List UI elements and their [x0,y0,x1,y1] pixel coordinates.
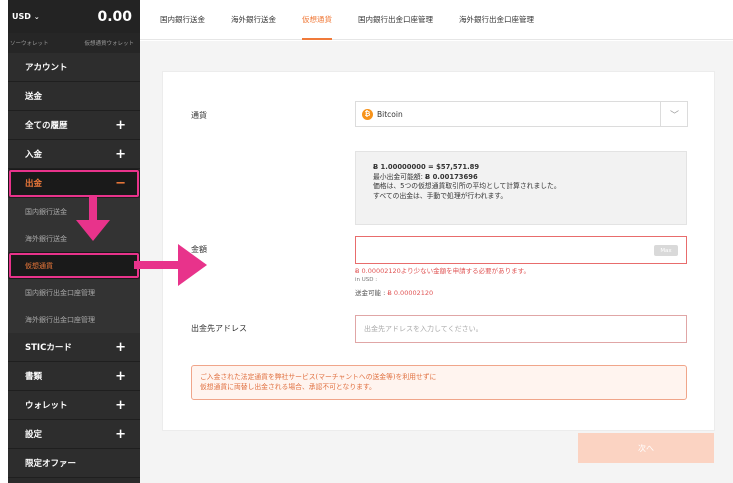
main-area: 通貨 ₿ Bitcoin ﹀ Ƀ 1.00000000 = $57,571.89… [140,41,733,483]
sidebar-item-withdraw[interactable]: 出金 − [8,169,140,198]
wallet-tab-crypto[interactable]: 仮想通貨ウォレット [84,39,134,47]
sidebar-item-label: ウォレット [25,401,68,411]
tab-crypto[interactable]: 仮想通貨 [302,0,332,40]
amount-input[interactable]: Max [355,236,687,264]
plus-icon: + [115,117,126,133]
bitcoin-icon: ₿ [362,108,373,120]
sidebar-sub-domestic-transfer[interactable]: 国内銀行送金 [8,198,140,225]
sidebar-item-label: アカウント [25,63,68,73]
sidebar-item-wallet[interactable]: ウォレット + [8,391,140,420]
min-withdraw-line: 最小出金可能額: Ƀ 0.00173696 [373,173,686,183]
currency-selector[interactable]: USD ⌄ [12,12,40,21]
page: USD ⌄ 0.00 ソーウォレット 仮想通貨ウォレット アカウント 送金 全て… [0,0,733,483]
sidebar-sub-overseas-transfer[interactable]: 海外銀行送金 [8,225,140,252]
sidebar-item-label: 入金 [25,150,43,160]
sidebar-item-offer[interactable]: 限定オファー [8,449,140,478]
tab-overseas-transfer[interactable]: 海外銀行送金 [231,0,276,40]
available-value: Ƀ 0.00002120 [387,289,434,297]
arrow-right-icon [134,244,207,286]
price-note: 価格は、5つの仮想通貨取引所の平均として計算されました。 [373,182,561,190]
address-label: 出金先アドレス [191,324,247,333]
available-label: 送金可能 : [355,289,388,297]
plus-icon: + [115,146,126,162]
rate-info-box: Ƀ 1.00000000 = $57,571.89 最小出金可能額: Ƀ 0.0… [355,151,687,225]
sidebar-item-label: STICカード [25,343,72,353]
tab-domestic-account[interactable]: 国内銀行出金口座管理 [358,0,433,40]
available-amount: 送金可能 : Ƀ 0.00002120 [355,287,433,297]
warning-line-1: ご入金された法定通貨を弊社サービス(マーチャントへの送金等)を利用せずに [200,373,437,381]
top-tabs: 国内銀行送金 海外銀行送金 仮想通貨 国内銀行出金口座管理 海外銀行出金口座管理 [140,0,733,40]
sidebar-item-label: 全ての履歴 [25,121,68,131]
sidebar-sub-label: 海外銀行送金 [25,234,67,243]
sidebar-item-account[interactable]: アカウント [8,53,140,82]
next-button[interactable]: 次へ [578,433,714,463]
amount-error: Ƀ 0.00002120より少ない金額を申請する必要があります。 [355,267,531,275]
manual-note: すべての出金は、手動で処理が行われます。 [373,191,508,200]
currency-select[interactable]: ₿ Bitcoin ﹀ [355,101,688,127]
sidebar-sub-label: 国内銀行送金 [25,207,67,216]
plus-icon: + [115,397,126,413]
sidebar: USD ⌄ 0.00 ソーウォレット 仮想通貨ウォレット アカウント 送金 全て… [8,0,140,483]
min-withdraw-value: Ƀ 0.00173696 [425,172,478,181]
sidebar-sub-label: 仮想通貨 [25,261,53,270]
sidebar-item-label: 送金 [25,92,43,102]
sidebar-item-documents[interactable]: 書類 + [8,362,140,391]
plus-icon: + [115,426,126,442]
sidebar-item-card[interactable]: STICカード + [8,333,140,362]
address-placeholder: 出金先アドレスを入力してください。 [364,325,483,333]
sidebar-item-label: 限定オファー [25,459,77,469]
tab-overseas-account[interactable]: 海外銀行出金口座管理 [459,0,534,40]
wallet-tab-fiat[interactable]: ソーウォレット [10,39,49,47]
currency-label: USD [12,12,31,21]
sidebar-item-send[interactable]: 送金 [8,82,140,111]
sidebar-item-deposit[interactable]: 入金 + [8,140,140,169]
sidebar-item-label: 設定 [25,430,43,440]
sidebar-sub-overseas-account[interactable]: 海外銀行出金口座管理 [8,306,140,333]
plus-icon: + [115,368,126,384]
in-usd-label: in USD : [355,277,378,283]
sidebar-sub-label: 国内銀行出金口座管理 [25,288,95,297]
rate-text: Ƀ 1.00000000 = $57,571.89 [373,163,480,171]
warning-box: ご入金された法定通貨を弊社サービス(マーチャントへの送金等)を利用せずに 仮想通… [191,365,687,400]
sidebar-item-label: 書類 [25,372,43,382]
plus-icon: + [115,339,126,355]
currency-select-value: Bitcoin [377,109,403,119]
withdraw-form-card: 通貨 ₿ Bitcoin ﹀ Ƀ 1.00000000 = $57,571.89… [162,71,715,431]
sidebar-sub-crypto[interactable]: 仮想通貨 [8,252,140,279]
balance-value: 0.00 [97,8,132,25]
min-withdraw-label: 最小出金可能額: [373,172,426,181]
sidebar-item-history[interactable]: 全ての履歴 + [8,111,140,140]
chevron-down-icon: ⌄ [33,12,40,21]
balance-header: USD ⌄ 0.00 [8,0,140,33]
sidebar-sub-label: 海外銀行出金口座管理 [25,315,95,324]
select-divider [660,102,661,126]
arrow-down-icon [76,196,110,241]
warning-line-2: 仮想通貨に両替し出金される場合、承認不可となります。 [200,383,376,391]
chevron-down-icon: ﹀ [669,111,679,121]
minus-icon: − [115,175,126,191]
address-input[interactable]: 出金先アドレスを入力してください。 [355,315,687,343]
currency-label: 通貨 [191,111,207,120]
tab-domestic-transfer[interactable]: 国内銀行送金 [160,0,205,40]
wallet-tabs: ソーウォレット 仮想通貨ウォレット [8,33,140,53]
sidebar-sub-domestic-account[interactable]: 国内銀行出金口座管理 [8,279,140,306]
sidebar-item-label: 出金 [25,179,43,189]
max-button[interactable]: Max [654,245,678,256]
sidebar-item-settings[interactable]: 設定 + [8,420,140,449]
